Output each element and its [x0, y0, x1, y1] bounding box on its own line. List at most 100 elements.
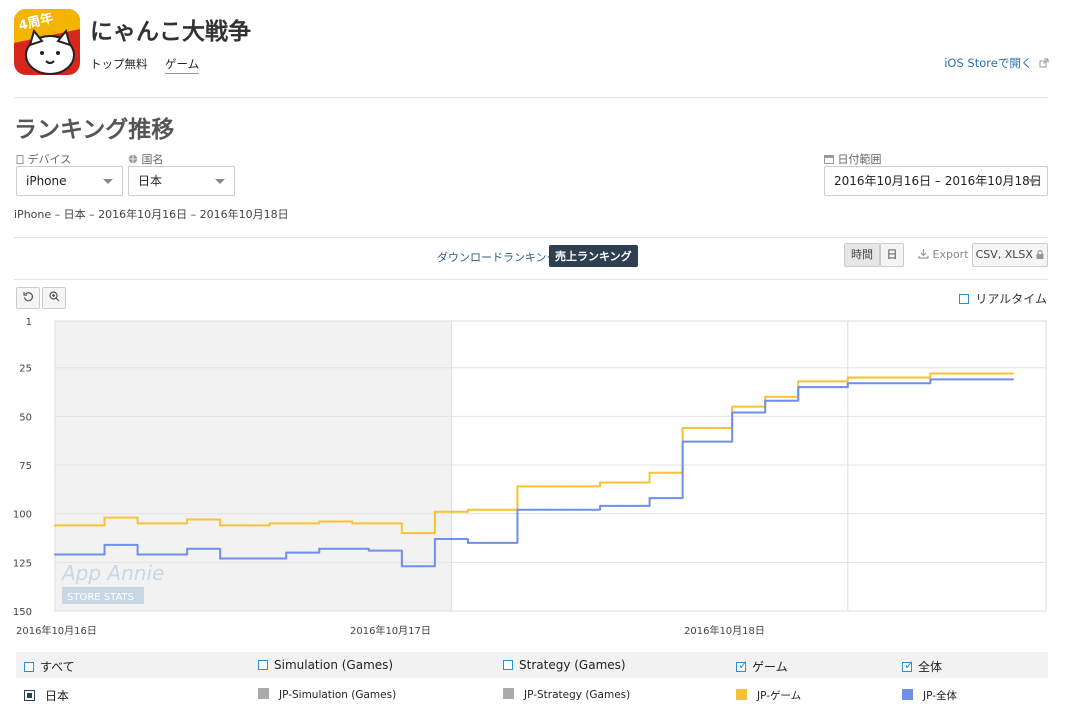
series-point — [995, 378, 998, 381]
legend-checkbox-overall[interactable]: ✓ — [902, 659, 914, 672]
series-point — [54, 553, 56, 556]
series-point — [731, 405, 734, 408]
series-point — [945, 378, 948, 381]
series-point — [136, 522, 139, 525]
series-point — [70, 524, 73, 527]
series-point — [136, 553, 139, 556]
series-point — [70, 553, 73, 556]
series-point — [186, 518, 189, 521]
series-point — [830, 386, 833, 389]
series-point — [532, 485, 535, 488]
series-point — [334, 520, 337, 523]
series-point — [450, 537, 453, 540]
series-point — [103, 516, 106, 519]
series-point — [879, 382, 882, 385]
legend-checkbox-game[interactable]: ✓ — [736, 659, 748, 672]
legend-cat-game[interactable]: ✓ ゲーム — [736, 658, 788, 675]
series-point — [351, 522, 354, 525]
series-point — [516, 485, 519, 488]
legend-checkbox-all[interactable] — [24, 662, 34, 672]
legend-cat-overall[interactable]: ✓ 全体 — [902, 658, 942, 675]
y-tick-label: 150 — [13, 607, 32, 618]
series-point — [698, 427, 701, 430]
series-point — [1011, 372, 1014, 375]
series-point — [153, 553, 156, 556]
series-point — [764, 395, 767, 398]
y-tick-label: 125 — [13, 558, 32, 569]
series-point — [1011, 378, 1014, 381]
series-point — [863, 382, 866, 385]
series-point — [483, 541, 486, 544]
series-point — [995, 372, 998, 375]
series-point — [747, 405, 750, 408]
legend-swatch — [902, 689, 913, 700]
series-point — [334, 547, 337, 550]
series-point — [714, 427, 717, 430]
legend-series-jp-simulation[interactable]: JP-Simulation (Games) — [258, 688, 396, 701]
series-point — [400, 565, 403, 568]
legend-swatch — [503, 688, 514, 699]
series-point — [846, 382, 849, 385]
watermark-brand: App Annie — [60, 561, 164, 585]
legend-cat-strategy[interactable]: Strategy (Games) — [503, 658, 626, 672]
series-point — [120, 516, 123, 519]
series-point — [450, 510, 453, 513]
series-point — [566, 508, 569, 511]
series-point — [417, 565, 420, 568]
series-point — [780, 395, 783, 398]
series-point — [318, 520, 321, 523]
series-point — [879, 376, 882, 379]
series-point — [813, 386, 816, 389]
y-tick-label: 1 — [26, 317, 32, 328]
series-point — [846, 376, 849, 379]
series-point — [384, 549, 387, 552]
legend-cat-simulation[interactable]: Simulation (Games) — [258, 658, 393, 672]
legend-category-row: すべて Simulation (Games) Strategy (Games) … — [16, 652, 1048, 678]
series-point — [268, 522, 271, 525]
legend-series-jp-overall[interactable]: JP-全体 — [902, 688, 957, 703]
series-point — [252, 557, 255, 560]
legend-checkbox-simulation[interactable] — [258, 660, 268, 670]
series-point — [945, 372, 948, 375]
legend-series-jp-strategy[interactable]: JP-Strategy (Games) — [503, 688, 630, 701]
legend-cat-all[interactable]: すべて — [24, 658, 75, 675]
legend-swatch — [24, 690, 35, 701]
legend-series-japan[interactable]: 日本 — [24, 687, 69, 704]
series-point — [714, 440, 717, 443]
legend-checkbox-strategy[interactable] — [503, 660, 513, 670]
series-point — [532, 508, 535, 511]
series-point — [153, 522, 156, 525]
series-point — [499, 508, 502, 511]
series-point — [120, 543, 123, 546]
series-point — [169, 522, 172, 525]
legend-label: 全体 — [918, 660, 943, 674]
series-point — [599, 481, 602, 484]
series-point — [962, 378, 965, 381]
series-point — [615, 504, 618, 507]
series-point — [978, 372, 981, 375]
legend-swatch — [258, 688, 269, 699]
series-point — [301, 551, 304, 554]
legend-label: JP-Strategy (Games) — [524, 689, 631, 701]
series-point — [87, 524, 90, 527]
x-tick-label: 2016年10月16日 — [16, 624, 97, 637]
series-point — [582, 485, 585, 488]
series-point — [830, 380, 833, 383]
series-point — [351, 547, 354, 550]
watermark-sub: STORE STATS — [67, 592, 134, 603]
series-point — [797, 380, 800, 383]
legend-label: すべて — [40, 660, 75, 674]
legend-series-row: 日本 JP-Simulation (Games) JP-Strategy (Ga… — [16, 681, 1048, 707]
series-point — [813, 380, 816, 383]
legend-label: Simulation (Games) — [274, 658, 394, 672]
series-point — [384, 522, 387, 525]
series-point — [367, 549, 370, 552]
series-point — [186, 547, 189, 550]
series-point — [665, 471, 668, 474]
series-point — [433, 537, 436, 540]
ranking-chart: App Annie STORE STATS 1255075100125150 2… — [13, 317, 1047, 637]
series-point — [929, 372, 932, 375]
legend-series-jp-game[interactable]: JP-ゲーム — [736, 688, 801, 703]
series-point — [87, 553, 90, 556]
series-point — [978, 378, 981, 381]
